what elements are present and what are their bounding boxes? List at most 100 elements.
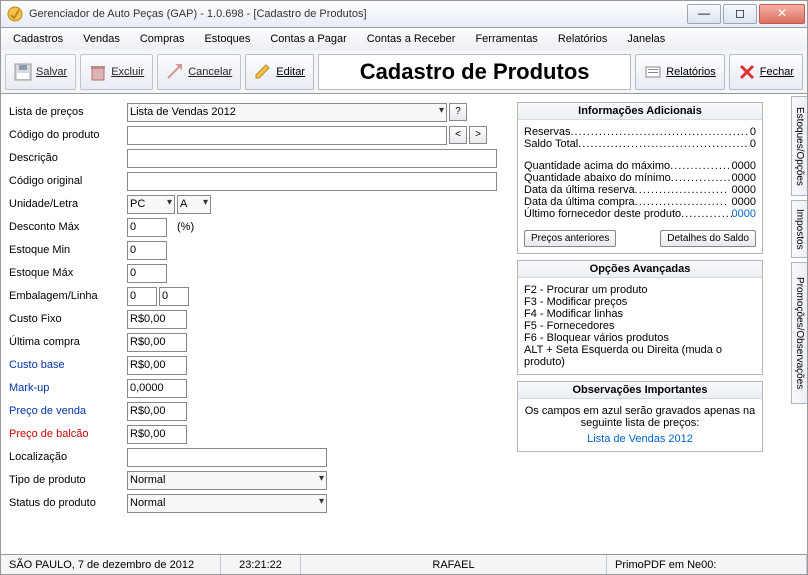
menu-contas-pagar[interactable]: Contas a Pagar [260,28,356,50]
info-line: Reservas................................… [524,126,756,138]
menu-estoques[interactable]: Estoques [194,28,260,50]
menu-relatorios[interactable]: Relatórios [548,28,618,50]
menu-ferramentas[interactable]: Ferramentas [465,28,547,50]
label-preco-venda: Preço de venda [9,405,127,417]
menu-compras[interactable]: Compras [130,28,195,50]
info-panel-title: Informações Adicionais [518,103,762,120]
info-panel: Informações Adicionais Reservas.........… [517,102,763,254]
vtab-impostos[interactable]: Impostos [791,200,807,258]
localizacao-input[interactable] [127,448,327,467]
desconto-suffix: (%) [177,221,194,233]
report-icon [644,63,662,81]
status-time: 23:21:22 [221,555,301,574]
page-title: Cadastro de Produtos [318,54,631,90]
close-icon [738,63,756,81]
detalhes-saldo-button[interactable]: Detalhes do Saldo [660,230,756,247]
window-close-button[interactable]: ✕ [759,4,805,24]
markup-input[interactable] [127,379,187,398]
menu-janelas[interactable]: Janelas [617,28,675,50]
obs-text: Os campos em azul serão gravados apenas … [524,405,756,429]
cod-original-input[interactable] [127,172,497,191]
label-tipo: Tipo de produto [9,474,127,486]
embalagem1-input[interactable] [127,287,157,306]
window-maximize-button[interactable]: ◻ [723,4,757,24]
ult-compra-input[interactable] [127,333,187,352]
menubar: Cadastros Vendas Compras Estoques Contas… [0,28,808,50]
excluir-button[interactable]: Excluir [80,54,153,90]
status-select[interactable] [127,494,327,513]
obs-panel-title: Observações Importantes [518,382,762,399]
label-lista: Lista de preços [9,106,127,118]
preco-venda-input[interactable] [127,402,187,421]
adv-item: F6 - Bloquear vários produtos [524,332,756,344]
editar-label: Editar [276,66,305,78]
save-icon [14,63,32,81]
label-embalagem: Embalagem/Linha [9,290,127,302]
status-local-date: SÃO PAULO, 7 de dezembro de 2012 [1,555,221,574]
tipo-select[interactable] [127,471,327,490]
window-titlebar: Gerenciador de Auto Peças (GAP) - 1.0.69… [0,0,808,28]
window-minimize-button[interactable]: — [687,4,721,24]
adv-item: ALT + Seta Esquerda ou Direita (muda o p… [524,344,756,368]
advanced-panel-title: Opções Avançadas [518,261,762,278]
obs-link[interactable]: Lista de Vendas 2012 [524,433,756,445]
next-button[interactable]: > [469,126,487,144]
label-custo-fixo: Custo Fixo [9,313,127,325]
salvar-button[interactable]: Salvar [5,54,76,90]
info-line: Data da última compra...................… [524,196,756,208]
adv-item: F5 - Fornecedores [524,320,756,332]
delete-icon [89,63,107,81]
form-area: Lista de preços ? Código do produto < > … [9,102,509,513]
adv-item: F3 - Modificar preços [524,296,756,308]
label-localizacao: Localização [9,451,127,463]
menu-contas-receber[interactable]: Contas a Receber [357,28,466,50]
label-est-min: Estoque Min [9,244,127,256]
label-codigo: Código do produto [9,129,127,141]
excluir-label: Excluir [111,66,144,78]
embalagem2-input[interactable] [159,287,189,306]
preco-balcao-input[interactable] [127,425,187,444]
info-line: Data da última reserva..................… [524,184,756,196]
codigo-input[interactable] [127,126,447,145]
relatorios-label: Relatórios [666,66,716,78]
obs-panel: Observações Importantes Os campos em azu… [517,381,763,452]
fechar-button[interactable]: Fechar [729,54,803,90]
info-line: Saldo Total.............................… [524,138,756,150]
advanced-panel: Opções Avançadas F2 - Procurar um produt… [517,260,763,375]
info-line: Quantidade abaixo do mínimo.............… [524,172,756,184]
label-est-max: Estoque Máx [9,267,127,279]
est-min-input[interactable] [127,241,167,260]
status-bar: SÃO PAULO, 7 de dezembro de 2012 23:21:2… [0,555,808,575]
descricao-input[interactable] [127,149,497,168]
label-status: Status do produto [9,497,127,509]
custo-base-input[interactable] [127,356,187,375]
label-preco-balcao: Preço de balcão [9,428,127,440]
lista-select[interactable] [127,103,447,122]
menu-vendas[interactable]: Vendas [73,28,130,50]
custo-fixo-input[interactable] [127,310,187,329]
cancelar-button[interactable]: Cancelar [157,54,241,90]
unidade-select[interactable] [127,195,175,214]
adv-item: F2 - Procurar um produto [524,284,756,296]
help-button[interactable]: ? [449,103,467,121]
toolbar: Salvar Excluir Cancelar Editar Cadastro … [0,50,808,94]
cancelar-label: Cancelar [188,66,232,78]
edit-icon [254,63,272,81]
label-markup: Mark-up [9,382,127,394]
status-user: RAFAEL [301,555,607,574]
precos-anteriores-button[interactable]: Preços anteriores [524,230,616,247]
main-panel: Lista de preços ? Código do produto < > … [0,94,808,555]
prev-button[interactable]: < [449,126,467,144]
vtab-estoques[interactable]: Estoques/Opções [791,96,807,196]
desconto-input[interactable] [127,218,167,237]
editar-button[interactable]: Editar [245,54,314,90]
letra-select[interactable] [177,195,211,214]
est-max-input[interactable] [127,264,167,283]
vertical-tabs: Estoques/Opções Impostos Promoções/Obser… [785,94,807,554]
adv-item: F4 - Modificar linhas [524,308,756,320]
menu-cadastros[interactable]: Cadastros [3,28,73,50]
vtab-promocoes[interactable]: Promoções/Observações [791,262,807,404]
relatorios-button[interactable]: Relatórios [635,54,725,90]
salvar-label: Salvar [36,66,67,78]
label-custo-base: Custo base [9,359,127,371]
